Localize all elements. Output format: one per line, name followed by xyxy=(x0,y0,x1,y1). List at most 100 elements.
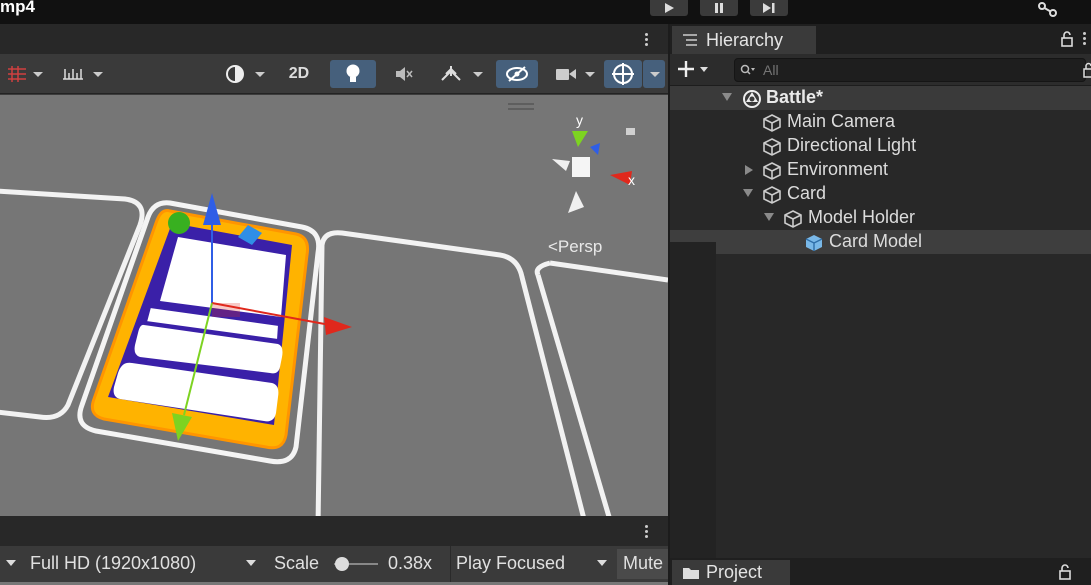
gameobject-cube-icon xyxy=(784,210,802,228)
hierarchy-item-label: Directional Light xyxy=(787,135,917,155)
grid-snap-dropdown[interactable] xyxy=(0,60,48,88)
hierarchy-item-label: Model Holder xyxy=(808,207,916,227)
hierarchy-toolbar xyxy=(670,54,1091,86)
project-tab-label: Project xyxy=(706,562,763,582)
pause-icon xyxy=(715,3,723,13)
camera-icon xyxy=(556,69,576,80)
audio-toggle[interactable] xyxy=(384,60,424,88)
grid-icon xyxy=(8,66,26,82)
scene-view-panel: 2D y x <Persp xyxy=(0,24,668,522)
plus-icon xyxy=(678,61,708,77)
prefab-cube-icon xyxy=(805,235,823,251)
collapse-arrow-icon[interactable] xyxy=(745,165,753,175)
shading-mode-dropdown[interactable] xyxy=(214,60,270,88)
filter-lock-icon[interactable] xyxy=(1083,62,1091,78)
hierarchy-tab-bar: Hierarchy xyxy=(670,24,1091,54)
play-mode-dropdown[interactable]: Play Focused xyxy=(456,553,565,574)
projection-label[interactable]: <Persp xyxy=(548,237,602,257)
gameobject-cube-icon xyxy=(763,186,781,204)
display-dropdown-arrow-icon[interactable] xyxy=(6,560,16,566)
scene-viewport[interactable]: y x <Persp xyxy=(0,95,668,522)
gizmos-toggle[interactable] xyxy=(604,60,642,88)
hierarchy-tree: Battle* Main Camera Directional Light En… xyxy=(670,86,1091,254)
expand-arrow-icon[interactable] xyxy=(743,189,753,197)
step-icon xyxy=(763,3,775,13)
hierarchy-item-directional-light[interactable]: Directional Light xyxy=(670,134,1091,158)
hierarchy-gutter xyxy=(670,242,716,558)
scene-camera-dropdown[interactable] xyxy=(546,60,600,88)
lightbulb-icon xyxy=(346,64,360,82)
resolution-dropdown[interactable]: Full HD (1920x1080) xyxy=(30,553,196,574)
expand-arrow-icon[interactable] xyxy=(764,213,774,221)
gizmo-x-label: x xyxy=(628,172,635,188)
gizmo-globe-icon xyxy=(612,63,634,85)
hierarchy-search-input[interactable] xyxy=(734,58,1086,82)
mute-toggle[interactable]: Mute xyxy=(617,549,668,579)
scene-panel-menu-icon[interactable] xyxy=(645,33,649,47)
tab-hierarchy[interactable]: Hierarchy xyxy=(672,26,816,54)
hierarchy-item-label: Battle* xyxy=(766,87,824,107)
scene-toolbar: 2D xyxy=(0,54,668,94)
card-slot-right xyxy=(315,230,588,522)
effects-icon xyxy=(441,66,461,81)
play-button[interactable] xyxy=(650,0,688,16)
game-toolbar: Full HD (1920x1080) Scale 0.38x Play Foc… xyxy=(0,546,668,582)
hierarchy-item-card-model[interactable]: Card Model xyxy=(670,230,1091,254)
search-icon xyxy=(740,64,755,75)
tab-project[interactable]: Project xyxy=(672,560,790,585)
audio-mute-icon xyxy=(396,67,413,81)
resolution-dropdown-arrow-icon[interactable] xyxy=(246,560,256,566)
lock-icon[interactable] xyxy=(1060,31,1074,47)
gizmos-dropdown[interactable] xyxy=(643,60,665,88)
card-slot-far-right xyxy=(534,260,668,522)
hierarchy-item-label: Card Model xyxy=(829,231,923,251)
hierarchy-item-main-camera[interactable]: Main Camera xyxy=(670,110,1091,134)
orientation-gizmo[interactable]: y x xyxy=(552,112,635,213)
project-lock-icon[interactable] xyxy=(1058,564,1072,580)
eye-hidden-icon xyxy=(506,66,528,82)
shading-mode-icon xyxy=(226,65,244,83)
scale-value: 0.38x xyxy=(388,553,433,573)
scene-visibility-toggle[interactable] xyxy=(496,60,538,88)
hierarchy-item-card[interactable]: Card xyxy=(670,182,1091,206)
play-icon xyxy=(665,3,674,13)
scale-slider[interactable] xyxy=(334,557,378,571)
hierarchy-item-label: Card xyxy=(787,183,827,203)
gameobject-cube-icon xyxy=(763,138,781,156)
mute-label: Mute xyxy=(623,553,664,573)
video-title-bar: mp4 xyxy=(0,0,1091,24)
scale-slider-thumb[interactable] xyxy=(335,557,349,571)
expand-arrow-icon[interactable] xyxy=(722,93,732,101)
hierarchy-item-label: Main Camera xyxy=(787,111,896,131)
unity-scene-icon xyxy=(743,90,761,108)
hierarchy-item-battle[interactable]: Battle* xyxy=(670,86,1091,110)
gameobject-cube-icon xyxy=(763,114,781,132)
pause-button[interactable] xyxy=(700,0,738,16)
ruler-icon xyxy=(63,69,83,80)
view-2d-toggle[interactable]: 2D xyxy=(278,60,320,88)
gameobject-cube-icon xyxy=(763,162,781,180)
hierarchy-item-environment[interactable]: Environment xyxy=(670,158,1091,182)
hierarchy-menu-icon[interactable] xyxy=(1083,32,1087,46)
gizmo-y-label: y xyxy=(576,112,583,128)
folder-icon xyxy=(683,567,699,579)
game-panel-menu-icon[interactable] xyxy=(645,525,649,539)
increment-snap-dropdown[interactable] xyxy=(52,60,108,88)
effects-dropdown[interactable] xyxy=(430,60,488,88)
hierarchy-panel: Hierarchy Battle* Main Camera Directiona… xyxy=(670,24,1091,558)
hierarchy-item-model-holder[interactable]: Model Holder xyxy=(670,206,1091,230)
scene-tab-bar xyxy=(0,24,668,54)
play-mode-dropdown-arrow-icon[interactable] xyxy=(597,560,607,566)
game-tab-bar xyxy=(0,516,668,546)
scene-render: y x xyxy=(0,103,668,522)
add-object-button[interactable] xyxy=(676,57,716,83)
share-icon[interactable] xyxy=(1037,0,1059,18)
hierarchy-tab-label: Hierarchy xyxy=(706,29,784,50)
hierarchy-item-label: Environment xyxy=(787,159,889,179)
scale-label: Scale xyxy=(274,553,320,573)
video-title: mp4 xyxy=(0,0,35,16)
lighting-toggle[interactable] xyxy=(330,60,376,88)
step-button[interactable] xyxy=(750,0,788,16)
card-model[interactable] xyxy=(90,209,309,450)
project-panel: Project xyxy=(670,558,1091,585)
